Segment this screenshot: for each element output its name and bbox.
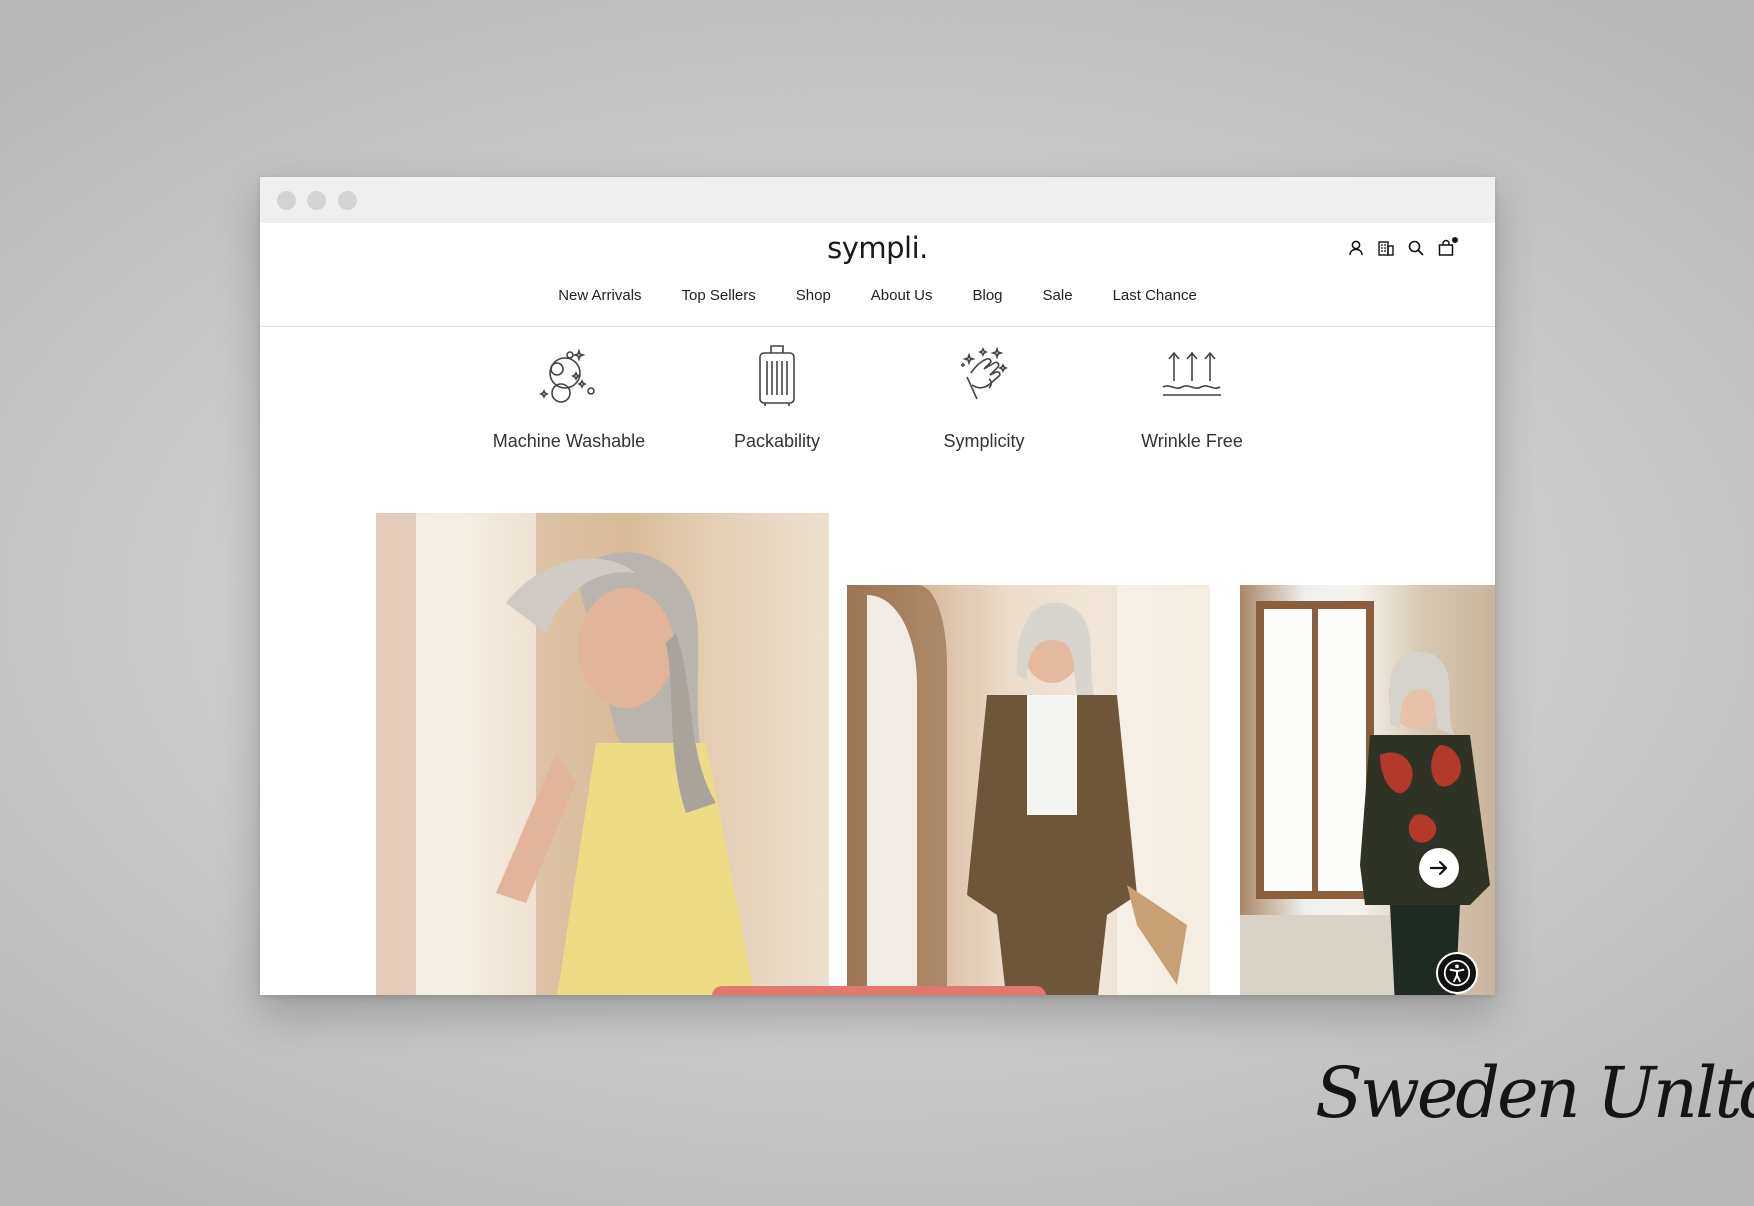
window-maximize-dot[interactable]: [338, 191, 357, 210]
snapping-hand-icon: [961, 346, 1008, 400]
feature-label: Machine Washable: [492, 431, 646, 451]
cart-icon[interactable]: [1437, 237, 1458, 257]
feature-machine-washable: Machine Washable: [464, 343, 674, 452]
header-icons: [1347, 237, 1458, 257]
carousel-next-button[interactable]: [1419, 848, 1459, 888]
nav-top-sellers[interactable]: Top Sellers: [662, 287, 776, 304]
suitcase-icon: [759, 345, 795, 406]
window-minimize-dot[interactable]: [307, 191, 326, 210]
account-icon[interactable]: [1347, 239, 1365, 257]
cart-badge-dot: [1452, 237, 1458, 243]
woman-in-olive-shirt-jacket-photo[interactable]: [847, 585, 1210, 995]
main-nav: New Arrivals Top Sellers Shop About Us B…: [260, 287, 1495, 304]
accessibility-person-icon: [1443, 959, 1471, 987]
nav-shop[interactable]: Shop: [776, 287, 851, 304]
floating-cta-bar[interactable]: [712, 986, 1046, 995]
nav-about-us[interactable]: About Us: [851, 287, 953, 304]
nav-new-arrivals[interactable]: New Arrivals: [538, 287, 661, 304]
feature-label: Symplicity: [943, 431, 1025, 451]
nav-last-chance[interactable]: Last Chance: [1093, 287, 1217, 304]
arrow-right-icon: [1429, 860, 1448, 876]
feature-wrinkle-free: Wrinkle Free: [1087, 343, 1297, 452]
browser-titlebar: [260, 177, 1495, 223]
site-logo[interactable]: sympli.: [260, 231, 1495, 265]
washing-bubbles-icon: [539, 348, 595, 403]
woman-in-floral-print-top-photo[interactable]: [1240, 585, 1495, 995]
feature-packability: Packability: [672, 343, 882, 452]
nav-sale[interactable]: Sale: [1023, 287, 1093, 304]
store-locator-icon[interactable]: [1377, 239, 1395, 257]
feature-label: Packability: [733, 431, 821, 451]
wrinkle-free-arrows-icon: [1162, 351, 1221, 396]
feature-symplicity: Symplicity: [879, 343, 1089, 452]
nav-divider: [260, 326, 1495, 327]
browser-window: sympli. New Arrivals Top Sellers Shop Ab…: [260, 177, 1495, 995]
woman-in-yellow-sleeveless-top-photo[interactable]: [376, 513, 829, 995]
feature-label: Wrinkle Free: [1141, 431, 1243, 451]
watermark-logo: Sweden Unltd: [1315, 1052, 1754, 1134]
nav-blog[interactable]: Blog: [953, 287, 1023, 304]
search-icon[interactable]: [1407, 239, 1425, 257]
window-close-dot[interactable]: [277, 191, 296, 210]
accessibility-button[interactable]: [1436, 952, 1478, 994]
